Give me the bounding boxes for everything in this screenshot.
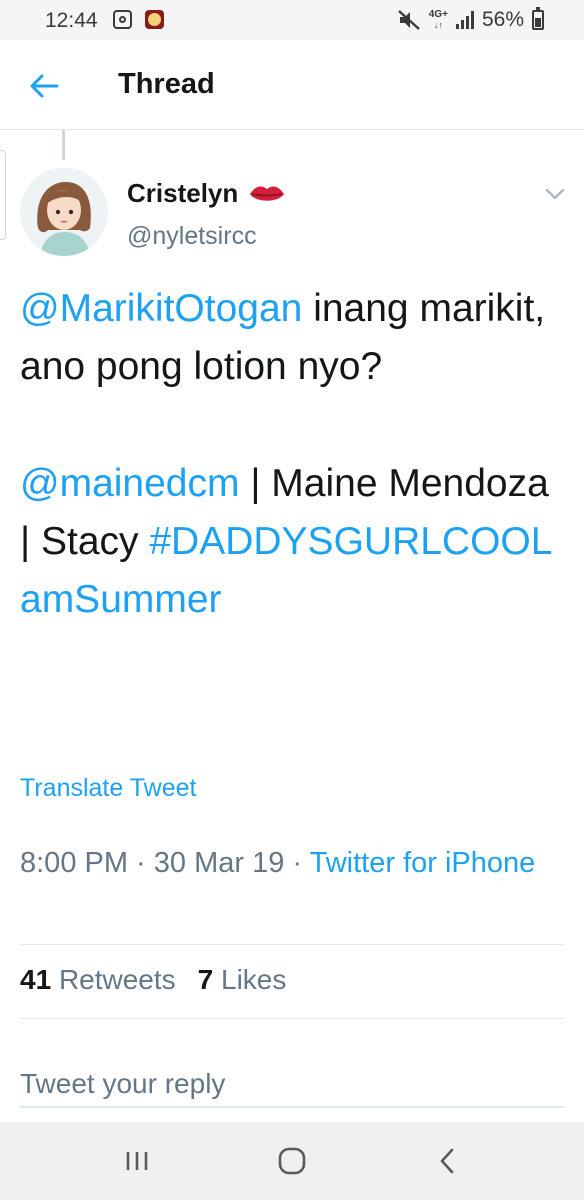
home-button[interactable] bbox=[262, 1131, 322, 1191]
avatar-illustration bbox=[20, 168, 108, 256]
likes-count: 7 bbox=[197, 964, 214, 995]
tweet-time: 8:00 PM bbox=[20, 847, 128, 879]
status-right: 4G+ ↓↑ 56% bbox=[397, 7, 544, 32]
divider bbox=[20, 1018, 564, 1019]
display-name[interactable]: Cristelyn bbox=[127, 178, 286, 209]
tweet-source-link[interactable]: Twitter for iPhone bbox=[310, 847, 536, 879]
app-header: Thread bbox=[0, 40, 584, 130]
mention-link[interactable]: @MarikitOtogan bbox=[20, 287, 302, 330]
status-bar: 12:44 4G+ ↓↑ 56% bbox=[0, 0, 584, 40]
network-type-icon: 4G+ ↓↑ bbox=[428, 9, 448, 31]
status-time: 12:44 bbox=[45, 9, 98, 32]
retweets-label: Retweets bbox=[58, 964, 176, 995]
retweets-count: 41 bbox=[20, 964, 52, 995]
recent-apps-button[interactable] bbox=[107, 1131, 167, 1191]
thread-connector-line bbox=[62, 130, 65, 160]
tweet-date: 30 Mar 19 bbox=[153, 847, 285, 879]
display-name-text: Cristelyn bbox=[127, 178, 239, 208]
page-title: Thread bbox=[118, 68, 215, 100]
screen-capture-icon bbox=[113, 10, 132, 29]
retweets-stat[interactable]: 41 Retweets bbox=[20, 964, 176, 996]
chevron-down-icon bbox=[545, 188, 565, 200]
tweet-options-button[interactable] bbox=[540, 180, 570, 208]
reply-input[interactable] bbox=[20, 1062, 564, 1108]
system-nav-bar bbox=[0, 1122, 584, 1200]
mute-icon bbox=[397, 10, 420, 30]
tweet-text: @MarikitOtogan inang marikit, ano pong l… bbox=[20, 280, 565, 629]
tweet-meta: 8:00 PM · 30 Mar 19 · Twitter for iPhone bbox=[20, 847, 536, 879]
mention-link[interactable]: @mainedcm bbox=[20, 462, 240, 505]
app-notification-icon bbox=[145, 10, 164, 29]
likes-label: Likes bbox=[221, 964, 287, 995]
recent-apps-icon bbox=[127, 1152, 148, 1170]
divider bbox=[20, 944, 564, 945]
home-icon bbox=[278, 1147, 306, 1175]
user-handle: @nyletsircc bbox=[127, 222, 257, 250]
lips-emoji-icon bbox=[250, 185, 285, 201]
translate-tweet-link[interactable]: Translate Tweet bbox=[20, 774, 196, 803]
tweet-stats: 41 Retweets 7 Likes bbox=[20, 964, 286, 996]
avatar[interactable] bbox=[20, 168, 108, 256]
edge-panel-handle[interactable] bbox=[0, 150, 6, 240]
battery-percent: 56% bbox=[481, 8, 524, 31]
battery-icon bbox=[532, 7, 544, 30]
chevron-left-icon bbox=[440, 1148, 453, 1174]
signal-icon bbox=[455, 11, 474, 29]
arrow-left-icon bbox=[30, 74, 59, 98]
tweet-paragraph-2: @mainedcm | Maine Mendoza | Stacy #DADDY… bbox=[20, 455, 565, 629]
back-button[interactable] bbox=[22, 66, 66, 106]
likes-stat[interactable]: 7 Likes bbox=[198, 964, 287, 996]
back-nav-button[interactable] bbox=[417, 1131, 477, 1191]
tweet-paragraph-1: @MarikitOtogan inang marikit, ano pong l… bbox=[20, 280, 565, 396]
